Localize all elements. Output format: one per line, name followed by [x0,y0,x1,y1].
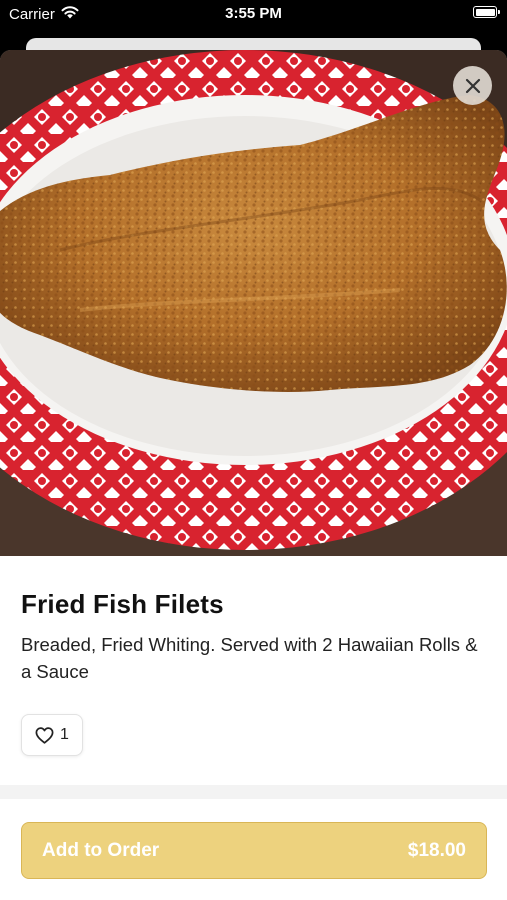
section-divider [0,785,507,799]
order-price: $18.00 [407,839,466,861]
heart-icon [35,726,54,744]
status-time: 3:55 PM [225,5,282,22]
add-to-order-button[interactable]: Add to Order $18.00 [21,822,487,879]
battery-icon [473,6,500,18]
item-photo [0,50,507,556]
order-footer: Add to Order $18.00 [0,800,507,900]
status-right [473,6,500,18]
item-description: Breaded, Fried Whiting. Served with 2 Ha… [21,634,478,682]
item-detail-sheet: Fried Fish Filets Breaded, Fried Whiting… [0,50,507,900]
close-button[interactable] [453,66,492,105]
add-to-order-label: Add to Order [42,839,160,861]
close-icon [465,78,480,93]
like-count: 1 [60,726,69,743]
item-title: Fried Fish Filets [21,589,224,619]
status-bar: Carrier 3:55 PM [0,0,507,30]
screen: Carrier 3:55 PM Fried Fish Filets Breade… [0,0,507,900]
item-info: Fried Fish Filets Breaded, Fried Whiting… [0,556,507,756]
like-button[interactable]: 1 [21,714,83,756]
